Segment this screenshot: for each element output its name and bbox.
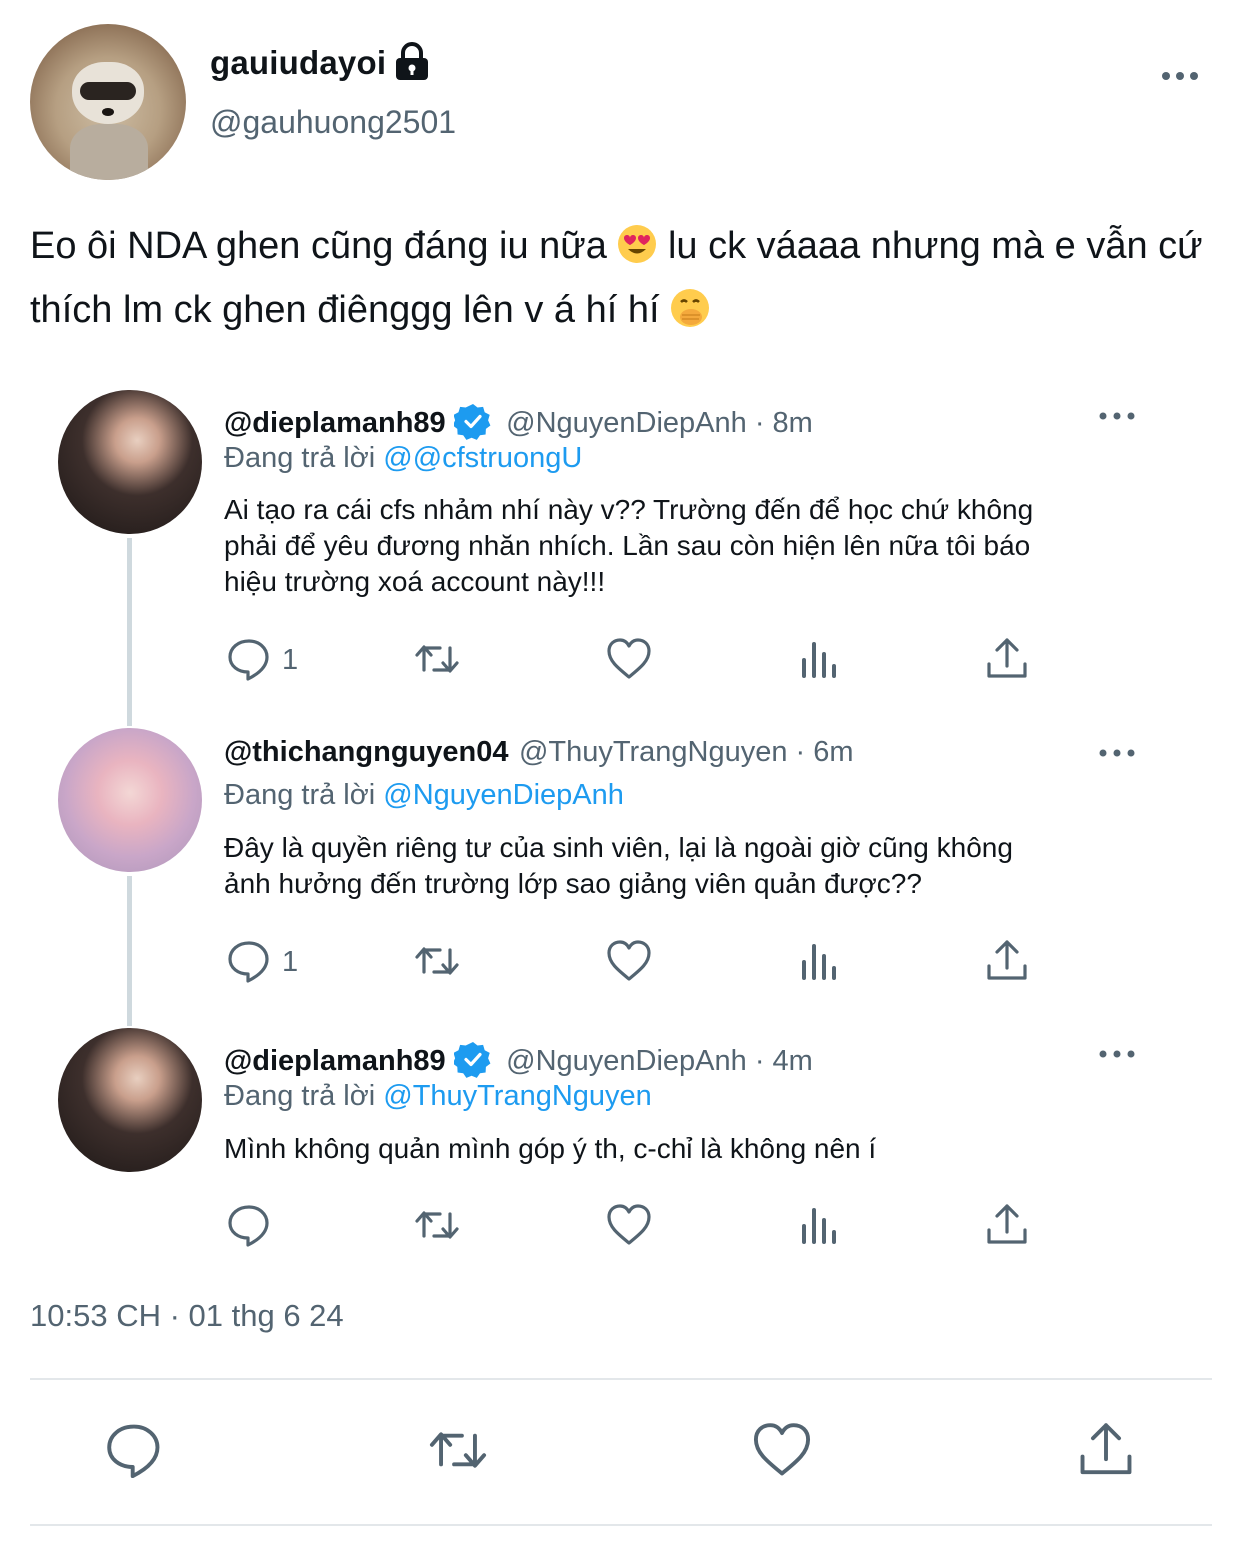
like-icon[interactable] bbox=[606, 1202, 652, 1248]
replying-to: Đang trả lời @ThuyTrangNguyen bbox=[224, 1080, 652, 1113]
reply-avatar[interactable] bbox=[58, 390, 202, 534]
face-with-hand-over-mouth-emoji-icon bbox=[671, 289, 710, 327]
reply-avatar[interactable] bbox=[58, 728, 202, 872]
lock-icon bbox=[396, 42, 428, 80]
reply-meta: @NguyenDiepAnh · 4m bbox=[506, 1045, 813, 1077]
reply-icon[interactable] bbox=[226, 938, 272, 984]
like-icon[interactable] bbox=[606, 636, 652, 682]
retweet-icon[interactable] bbox=[428, 1420, 488, 1480]
views-icon[interactable] bbox=[796, 636, 842, 682]
reply-text-line: hiệu trường xoá account này!!! bbox=[224, 566, 606, 597]
reply-meta: @NguyenDiepAnh · 8m bbox=[506, 407, 813, 439]
divider bbox=[30, 1378, 1212, 1380]
reply-text-line: Mình không quản mình góp ý th, c-chỉ là … bbox=[224, 1133, 877, 1164]
retweet-icon[interactable] bbox=[414, 636, 460, 682]
share-icon[interactable] bbox=[984, 1202, 1030, 1248]
views-icon[interactable] bbox=[796, 1202, 842, 1248]
reply-header: @thichangnguyen04 @ThuyTrangNguyen · 6m bbox=[224, 736, 854, 769]
more-options-icon[interactable] bbox=[1160, 68, 1200, 84]
reply-icon[interactable] bbox=[104, 1420, 164, 1480]
author-handle[interactable]: @gauhuong2501 bbox=[210, 104, 456, 141]
verified-badge-icon bbox=[453, 404, 491, 440]
replying-to: Đang trả lời @@cfstruongU bbox=[224, 442, 582, 475]
like-icon[interactable] bbox=[752, 1420, 812, 1480]
replying-to-mention[interactable]: @NguyenDiepAnh bbox=[383, 779, 624, 811]
reply-text-line: phải để yêu đương nhăn nhích. Lần sau cò… bbox=[224, 530, 1031, 561]
reply-icon[interactable] bbox=[226, 636, 272, 682]
reply-author-name[interactable]: @thichangnguyen04 bbox=[224, 736, 508, 768]
heart-eyes-emoji-icon bbox=[618, 225, 657, 263]
replying-to-mention[interactable]: @@cfstruongU bbox=[383, 442, 582, 474]
reply-text: Ai tạo ra cái cfs nhảm nhí này v?? Trườn… bbox=[224, 492, 1124, 600]
replying-to-label: Đang trả lời bbox=[224, 442, 384, 474]
reply-text-line: ảnh hưởng đến trường lớp sao giảng viên … bbox=[224, 868, 922, 899]
more-options-icon[interactable] bbox=[1097, 408, 1137, 424]
retweet-icon[interactable] bbox=[414, 938, 460, 984]
reply-meta: @ThuyTrangNguyen · 6m bbox=[518, 736, 854, 768]
reply-author-name[interactable]: @dieplamanh89 bbox=[224, 407, 446, 439]
reply-text: Mình không quản mình góp ý th, c-chỉ là … bbox=[224, 1131, 1124, 1167]
divider bbox=[30, 1524, 1212, 1526]
reply-count: 1 bbox=[282, 946, 299, 978]
reply-text-line: Đây là quyền riêng tư của sinh viên, lại… bbox=[224, 832, 1013, 863]
tweet-timestamp[interactable]: 10:53 CH · 01 thg 6 24 bbox=[30, 1298, 344, 1334]
reply-count: 1 bbox=[282, 644, 299, 676]
replying-to: Đang trả lời @NguyenDiepAnh bbox=[224, 779, 624, 812]
reply-text: Đây là quyền riêng tư của sinh viên, lại… bbox=[224, 830, 1124, 902]
retweet-icon[interactable] bbox=[414, 1202, 460, 1248]
reply-icon[interactable] bbox=[226, 1202, 272, 1248]
share-icon[interactable] bbox=[984, 938, 1030, 984]
author-display-name[interactable]: gauiudayoi bbox=[210, 44, 386, 82]
reply-author-name[interactable]: @dieplamanh89 bbox=[224, 1045, 446, 1077]
verified-badge-icon bbox=[453, 1042, 491, 1078]
replying-to-label: Đang trả lời bbox=[224, 1080, 384, 1112]
tweet-text: Eo ôi NDA ghen cũng đáng iu nữa lu ck vá… bbox=[30, 214, 1210, 342]
more-options-icon[interactable] bbox=[1097, 1046, 1137, 1062]
reply-header: @dieplamanh89 @NguyenDiepAnh · 8m bbox=[224, 402, 813, 440]
views-icon[interactable] bbox=[796, 938, 842, 984]
share-icon[interactable] bbox=[1076, 1420, 1136, 1480]
more-options-icon[interactable] bbox=[1097, 745, 1137, 761]
tweet-text-part1: Eo ôi NDA ghen cũng đáng iu nữa bbox=[30, 225, 618, 267]
reply-header: @dieplamanh89 @NguyenDiepAnh · 4m bbox=[224, 1040, 813, 1078]
author-avatar[interactable] bbox=[30, 24, 186, 180]
reply-avatar[interactable] bbox=[58, 1028, 202, 1172]
share-icon[interactable] bbox=[984, 636, 1030, 682]
like-icon[interactable] bbox=[606, 938, 652, 984]
replying-to-label: Đang trả lời bbox=[224, 779, 384, 811]
thread-line bbox=[127, 538, 132, 726]
thread-line bbox=[127, 876, 132, 1026]
replying-to-mention[interactable]: @ThuyTrangNguyen bbox=[383, 1080, 652, 1112]
reply-text-line: Ai tạo ra cái cfs nhảm nhí này v?? Trườn… bbox=[224, 494, 1034, 525]
